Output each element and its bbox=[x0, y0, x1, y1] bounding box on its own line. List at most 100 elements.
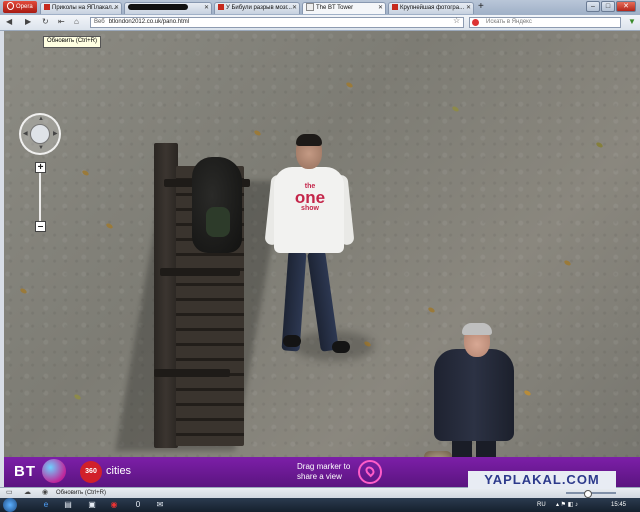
pan-up-icon[interactable]: ▲ bbox=[38, 116, 44, 122]
tray-icons[interactable]: ▴ ⚑ ◧ ♪ bbox=[556, 500, 578, 510]
clock[interactable]: 15:45 bbox=[611, 500, 626, 510]
leaf bbox=[345, 81, 354, 89]
share-marker-icon[interactable] bbox=[358, 460, 382, 484]
media-icon[interactable]: ▣ bbox=[86, 500, 98, 510]
zoom-in-button[interactable]: + bbox=[35, 162, 46, 173]
url-text: btlondon2012.co.uk/pano.html bbox=[108, 19, 190, 25]
pan-right-icon[interactable]: ▶ bbox=[53, 130, 58, 137]
address-field[interactable]: Веб btlondon2012.co.uk/pano.html bbox=[90, 17, 464, 28]
tab-close-icon[interactable]: ✕ bbox=[466, 3, 471, 14]
tab-close-icon[interactable]: ✕ bbox=[204, 3, 209, 14]
bench-rail bbox=[160, 268, 240, 276]
bookmark-star-icon[interactable]: ☆ bbox=[453, 16, 460, 25]
person-shoe bbox=[332, 341, 350, 353]
panel-toggle-icon[interactable]: ▭ bbox=[6, 488, 13, 498]
search-placeholder: Искать в Яндекс bbox=[486, 19, 532, 25]
opera-taskbar-icon[interactable]: ◉ bbox=[108, 500, 120, 510]
back-icon[interactable]: ◀ bbox=[6, 17, 12, 27]
bench-backrest bbox=[154, 143, 178, 448]
backpack-strap bbox=[206, 207, 230, 237]
zoom-slider[interactable] bbox=[566, 490, 616, 498]
tab-label: У Бибули разрыв мозг... bbox=[226, 5, 292, 11]
yaplakal-watermark: YAPLAKAL.COM bbox=[468, 471, 616, 489]
leaf bbox=[81, 169, 90, 177]
tab-close-icon[interactable]: ✕ bbox=[292, 3, 297, 14]
tab-largest-photo[interactable]: Крупнейшая фотогра... ✕ bbox=[388, 2, 474, 14]
zoom-slider-knob[interactable] bbox=[584, 490, 592, 498]
leaf bbox=[253, 129, 262, 137]
tab-strip: Opera Приколы на ЯПлакал... ✕ ✕ У Бибули … bbox=[0, 0, 640, 15]
turbo-icon[interactable]: ☁ bbox=[24, 488, 31, 498]
reload-tooltip: Обновить (Ctrl+R) bbox=[43, 36, 101, 48]
drag-hint-line1: Drag marker to bbox=[297, 462, 351, 471]
tab-label: Крупнейшая фотогра... bbox=[400, 5, 465, 11]
drag-hint-line2: share a view bbox=[297, 472, 342, 481]
leaf bbox=[73, 393, 82, 401]
start-button[interactable] bbox=[3, 498, 17, 512]
status-text: Обновить (Ctrl+R) bbox=[56, 490, 106, 496]
tab-bibuli[interactable]: У Бибули разрыв мозг... ✕ bbox=[214, 2, 300, 14]
leaf bbox=[451, 105, 460, 113]
leaf bbox=[19, 287, 28, 295]
person-hair bbox=[296, 134, 322, 146]
zoom-track[interactable] bbox=[39, 173, 41, 221]
tab-yaplakal[interactable]: Приколы на ЯПлакал... ✕ bbox=[40, 2, 122, 14]
home-icon[interactable]: ⌂ bbox=[74, 17, 79, 27]
opera-menu-label: Opera bbox=[16, 4, 33, 10]
language-indicator[interactable]: RU bbox=[537, 500, 546, 510]
bench-armrest bbox=[154, 369, 230, 377]
ie-icon[interactable]: e bbox=[40, 500, 52, 510]
navigation-bar: ◀ ▶ ↻ ⇤ ⌂ Веб btlondon2012.co.uk/pano.htm… bbox=[0, 15, 640, 31]
unite-icon[interactable]: ◉ bbox=[42, 488, 48, 498]
tab-censored[interactable]: ✕ bbox=[124, 2, 212, 14]
360-cities-label[interactable]: cities bbox=[106, 465, 131, 477]
pan-left-icon[interactable]: ◀ bbox=[23, 130, 28, 137]
the-one-show-logo: the one show bbox=[288, 183, 332, 233]
pan-down-icon[interactable]: ▼ bbox=[38, 145, 44, 151]
leaf bbox=[105, 222, 114, 230]
drag-marker-hint: Drag marker to share a view bbox=[297, 462, 350, 482]
zoom-out-button[interactable]: – bbox=[35, 221, 46, 232]
tab-close-icon[interactable]: ✕ bbox=[114, 3, 119, 14]
site-info-label[interactable]: Веб bbox=[94, 19, 105, 25]
mail-icon[interactable]: ✉ bbox=[154, 500, 166, 510]
bt-logo-text: BT bbox=[14, 463, 36, 480]
leaf bbox=[563, 259, 572, 267]
favicon-icon bbox=[44, 4, 50, 11]
person-hair bbox=[462, 323, 492, 335]
opera-menu-button[interactable]: Opera bbox=[3, 1, 37, 13]
leaf bbox=[523, 389, 532, 397]
tab-close-icon[interactable]: ✕ bbox=[378, 3, 383, 14]
app-icon[interactable]: 0 bbox=[132, 500, 144, 510]
opera-extension-icon[interactable]: ▼ bbox=[628, 17, 636, 27]
leaf bbox=[595, 141, 604, 149]
maximize-button[interactable]: □ bbox=[601, 1, 615, 12]
censored-scribble bbox=[128, 4, 188, 11]
new-tab-button[interactable]: + bbox=[478, 1, 484, 13]
tab-label: Приколы на ЯПлакал... bbox=[52, 5, 117, 11]
search-input[interactable]: Искать в Яндекс bbox=[469, 17, 621, 28]
windows-taskbar: e ▤ ▣ ◉ 0 ✉ RU ▴ ⚑ ◧ ♪ 15:45 bbox=[0, 498, 640, 512]
360-cities-badge[interactable]: 360 bbox=[80, 461, 102, 483]
zoom-control: + – bbox=[35, 162, 46, 232]
forward-icon[interactable]: ▶ bbox=[25, 17, 31, 27]
bt-globe-icon bbox=[42, 459, 66, 483]
pan-center-icon[interactable] bbox=[30, 124, 50, 144]
reload-icon[interactable]: ↻ bbox=[42, 17, 49, 27]
yandex-icon bbox=[472, 19, 479, 26]
favicon-icon bbox=[392, 4, 398, 11]
explorer-icon[interactable]: ▤ bbox=[62, 500, 74, 510]
minimize-button[interactable]: – bbox=[586, 1, 600, 12]
person-shoe bbox=[283, 335, 301, 347]
panorama-viewport[interactable]: the one show ▲ ▼ ◀ ▶ + – bbox=[4, 31, 640, 457]
tab-bt-tower[interactable]: The BT Tower ✕ bbox=[302, 2, 386, 14]
tab-label: The BT Tower bbox=[316, 5, 354, 11]
shirt-text-one: one bbox=[294, 188, 326, 207]
backpack bbox=[192, 157, 242, 253]
pan-control[interactable]: ▲ ▼ ◀ ▶ bbox=[19, 113, 61, 155]
person-coat bbox=[434, 349, 514, 441]
close-window-button[interactable]: ✕ bbox=[616, 1, 636, 12]
leaf bbox=[427, 306, 436, 314]
opera-logo-icon bbox=[7, 2, 14, 11]
rewind-icon[interactable]: ⇤ bbox=[58, 17, 65, 27]
